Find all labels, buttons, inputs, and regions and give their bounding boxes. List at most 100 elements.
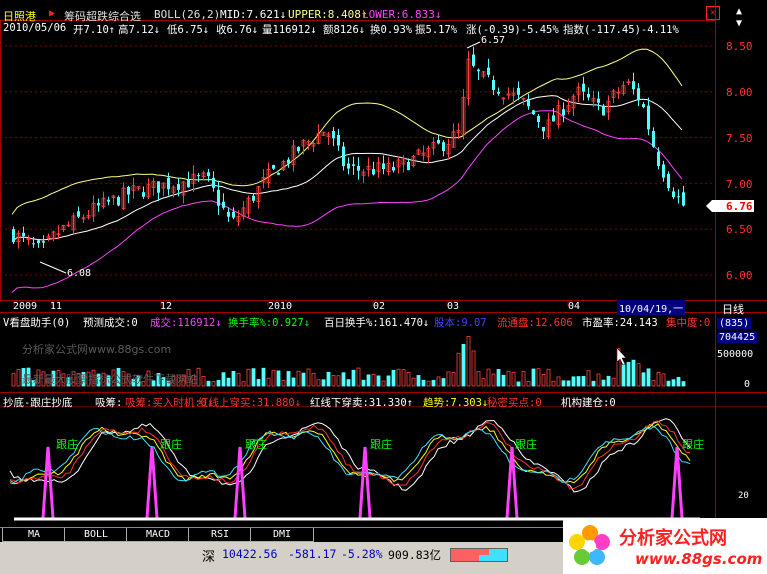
candle-body (117, 196, 120, 206)
volume-bar (606, 375, 611, 387)
candle-body (657, 151, 660, 166)
float-shares: 流通盘:12.606 (497, 317, 573, 329)
volume-bar (656, 372, 661, 387)
volume-deal: 成交:116912↓ (150, 317, 222, 329)
volume-bar (346, 379, 351, 387)
market-label: 深 (202, 550, 216, 565)
volume-bar (651, 380, 656, 387)
indicator-trend: 趋势:7.303↓ (423, 397, 489, 409)
volume-bar (556, 376, 561, 387)
candle-body (552, 115, 555, 122)
candle-body (212, 177, 215, 188)
index-pct: -5.28% (341, 547, 383, 561)
indicator-lines[interactable] (9, 418, 691, 519)
candle-body (187, 179, 190, 188)
index-change: -581.17 (288, 547, 337, 561)
volume-bar (681, 381, 686, 387)
chevron-up-icon[interactable]: ▲ (736, 6, 742, 17)
low-price-marker: 6.08 (67, 268, 92, 279)
candle-body (12, 229, 15, 243)
volume-bar (256, 379, 261, 387)
follow-label: 跟庄 (682, 438, 704, 451)
volume-bar (226, 377, 231, 387)
quote-volume: 量116912↓ (262, 24, 317, 36)
volume-bar (506, 370, 511, 387)
period-label[interactable]: 日线 (722, 301, 744, 317)
watermark-text: 最新最大股票指标公式软件下载网站 (22, 373, 198, 386)
quote-high: 高7.12↓ (118, 24, 161, 36)
candle-body (297, 146, 300, 152)
chart-frame[interactable] (0, 0, 767, 574)
price-grid (0, 45, 715, 276)
tab-dmi[interactable]: DMI (250, 528, 314, 542)
candle-body (337, 134, 340, 146)
candlestick-series[interactable] (12, 46, 685, 249)
volume-bar (431, 379, 436, 387)
candle-body (342, 146, 345, 166)
volume-bar (476, 371, 481, 387)
candle-body (197, 175, 200, 177)
volume-bar (586, 370, 591, 387)
volume-panel-title[interactable]: V看盘助手(0) (3, 315, 70, 330)
time-axis-label: 02 (373, 301, 386, 312)
volume-bar (526, 381, 531, 387)
volume-bar (541, 373, 546, 387)
time-axis-label: 2009 (13, 301, 38, 312)
volume-bar (261, 367, 266, 387)
price-axis-label: 7.00 (726, 178, 753, 191)
time-axis-label: 2010 (268, 301, 293, 312)
volume-bar (661, 373, 666, 387)
volume-bar (671, 379, 676, 387)
volume-bar (316, 379, 321, 387)
market-breadth-bar (450, 548, 508, 562)
candle-body (32, 243, 35, 245)
quote-date: 2010/05/06 (3, 22, 67, 34)
candle-body (437, 139, 440, 144)
tab-rsi[interactable]: RSI (188, 528, 252, 542)
tab-macd[interactable]: MACD (126, 528, 190, 542)
candle-body (677, 196, 680, 198)
candle-body (37, 240, 40, 244)
volume-bar (581, 376, 586, 387)
candle-body (42, 241, 45, 243)
price-axis-label: 6.00 (726, 269, 753, 282)
candle-body (642, 104, 645, 108)
time-axis-label: 03 (447, 301, 460, 312)
follow-signal-spike (41, 446, 55, 519)
candle-body (127, 187, 130, 195)
chevron-down-icon[interactable]: ▼ (736, 18, 742, 29)
candle-body (142, 192, 145, 197)
volume-bar (591, 380, 596, 387)
candle-body (207, 172, 210, 177)
volume-bar (291, 377, 296, 387)
candle-body (532, 110, 535, 115)
price-axis-label: 7.50 (726, 132, 753, 145)
volume-bar (621, 364, 626, 387)
volume-bar (466, 335, 471, 387)
volume-bar (491, 373, 496, 387)
indicator-title[interactable]: 抄底-跟庄抄底 (3, 395, 72, 410)
close-icon[interactable]: ✕ (706, 6, 720, 20)
volume-bar (551, 380, 556, 387)
indicator-inst: 机构建仓:0 (561, 397, 616, 409)
candle-body (227, 211, 230, 217)
quote-index: 指数(-117.45)-4.11% (563, 24, 679, 36)
volume-bar (611, 377, 616, 387)
volume-bar (251, 368, 256, 387)
volume-bar (601, 379, 606, 387)
tab-ma[interactable]: MA (2, 528, 66, 542)
volume-bar (471, 350, 476, 387)
volume-bar (216, 380, 221, 387)
boll-label: BOLL(26,2) (154, 8, 221, 21)
triangle-right-icon[interactable]: ▶ (49, 8, 55, 19)
volume-turnover-rate: 换手率%:0.927↓ (228, 317, 311, 329)
volume-bar (246, 368, 251, 387)
candle-body (587, 94, 590, 98)
volume-bar (546, 368, 551, 387)
tab-boll[interactable]: BOLL (64, 528, 128, 542)
market-amount: 909.83亿 (388, 548, 442, 562)
candle-body (682, 192, 685, 206)
mouse-cursor-icon (616, 347, 627, 366)
candle-body (392, 166, 395, 171)
volume-bar (301, 372, 306, 387)
